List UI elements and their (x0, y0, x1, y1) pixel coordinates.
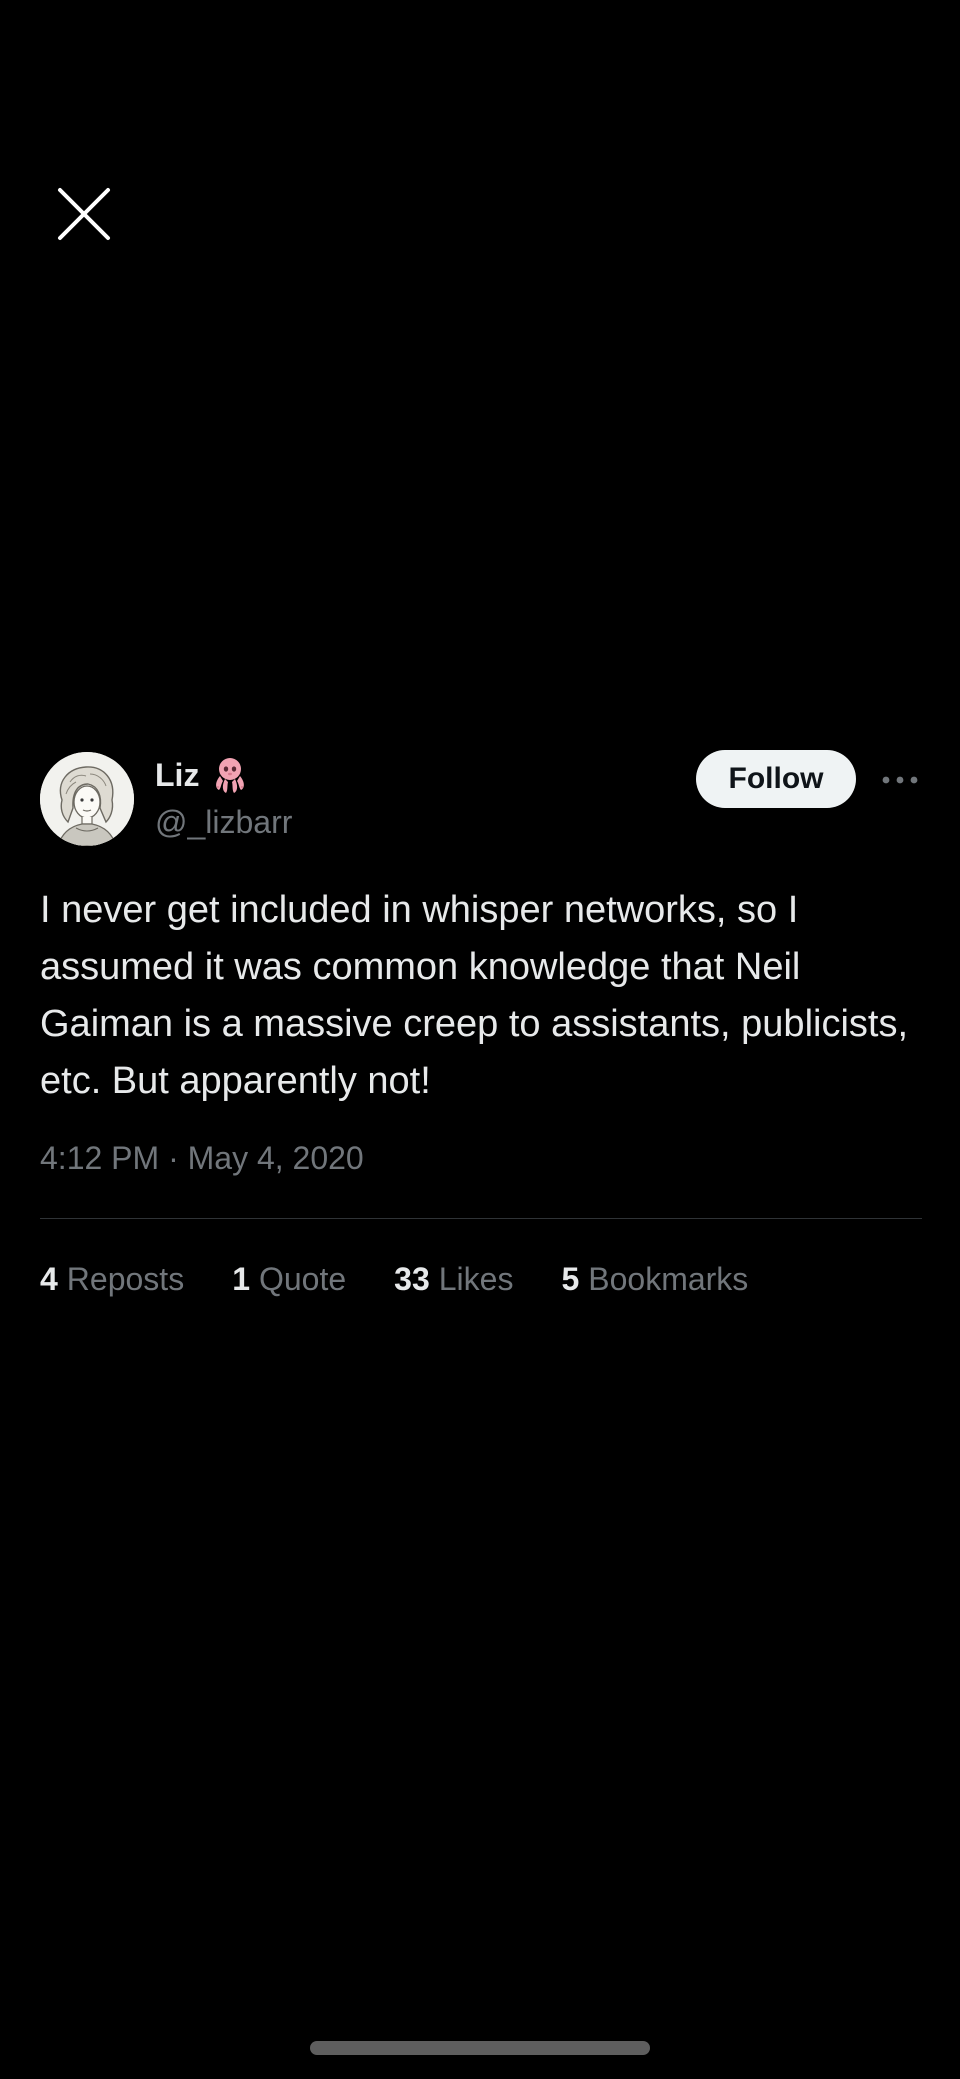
avatar[interactable] (40, 752, 134, 846)
close-button[interactable] (50, 180, 118, 248)
user-handle[interactable]: @_lizbarr (155, 802, 292, 842)
quotes-stat[interactable]: 1 Quote (232, 1259, 346, 1299)
divider (40, 1218, 922, 1219)
follow-button[interactable]: Follow (696, 750, 856, 808)
likes-count: 33 (394, 1261, 430, 1297)
reposts-stat[interactable]: 4 Reposts (40, 1259, 184, 1299)
engagement-stats: 4 Reposts 1 Quote 33 Likes 5 Bookmarks (40, 1259, 920, 1299)
likes-stat[interactable]: 33 Likes (394, 1259, 513, 1299)
bookmarks-count: 5 (561, 1261, 580, 1297)
more-options-icon (882, 776, 918, 784)
name-row: Liz (155, 754, 251, 796)
tweet-timestamp[interactable]: 4:12 PM · May 4, 2020 (40, 1138, 920, 1178)
bookmarks-label: Bookmarks (588, 1261, 749, 1297)
likes-label: Likes (438, 1261, 514, 1297)
quotes-count: 1 (232, 1261, 250, 1297)
reposts-label: Reposts (66, 1261, 185, 1297)
reposts-count: 4 (40, 1261, 58, 1297)
tweet-card: Liz @_lizbarr Follow I never get include… (40, 750, 922, 1299)
more-options-button[interactable] (880, 760, 920, 800)
display-name[interactable]: Liz (155, 755, 199, 795)
octopus-emoji-icon (216, 758, 245, 793)
bookmarks-stat[interactable]: 5 Bookmarks (561, 1259, 748, 1299)
tweet-text: I never get included in whisper networks… (40, 889, 909, 1102)
avatar-illustration (40, 752, 134, 846)
quotes-label: Quote (258, 1261, 347, 1297)
home-indicator[interactable] (310, 2041, 650, 2055)
tweet-header: Liz @_lizbarr Follow (40, 750, 920, 850)
close-icon (58, 188, 110, 240)
